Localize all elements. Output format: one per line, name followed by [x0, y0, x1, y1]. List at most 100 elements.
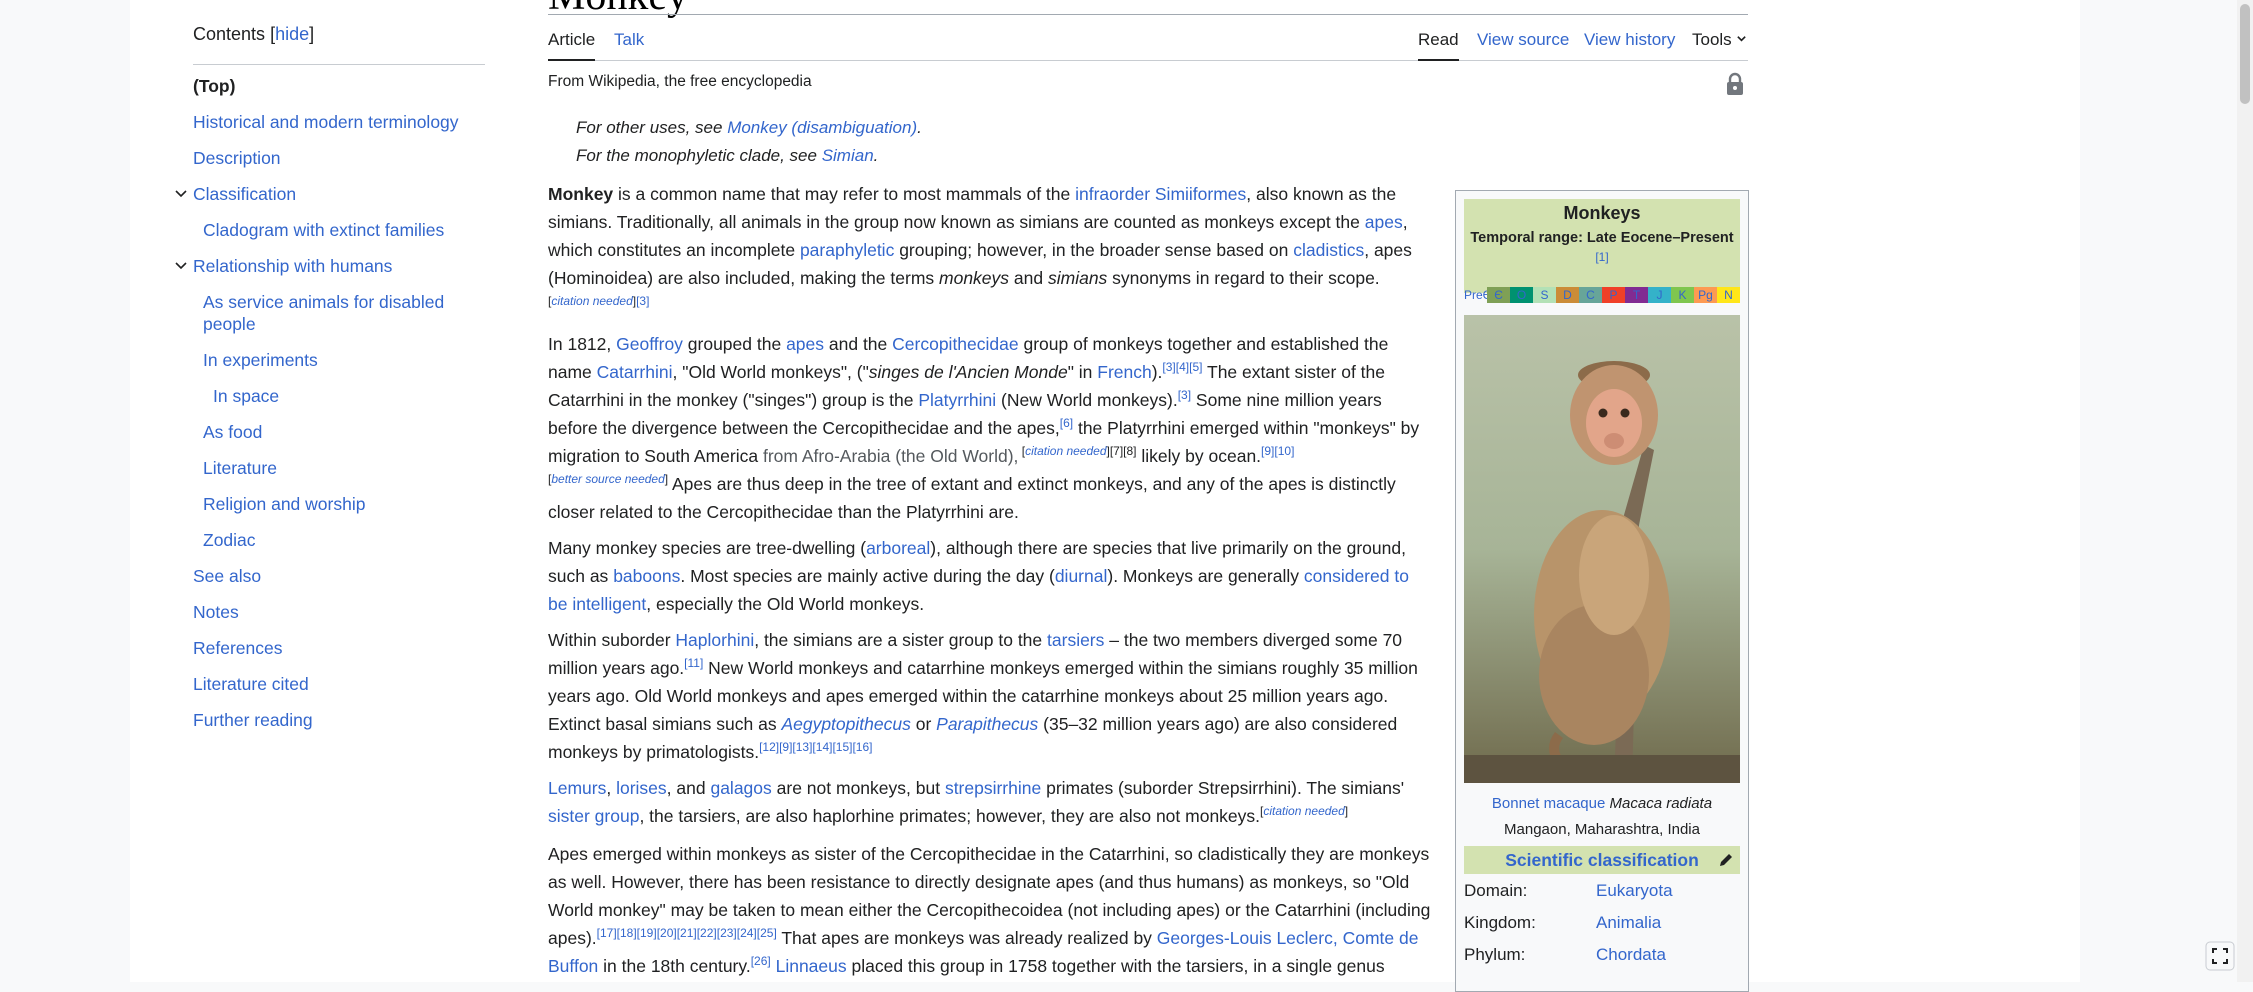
timeline-period[interactable]: C	[1579, 287, 1602, 303]
article-link[interactable]: Haplorhini	[675, 630, 754, 650]
article-link[interactable]: diurnal	[1055, 566, 1108, 586]
caption-link[interactable]: Bonnet macaque	[1492, 795, 1605, 812]
article-link[interactable]: French	[1097, 362, 1151, 382]
toc-item-label[interactable]: As food	[203, 422, 262, 442]
article-link[interactable]: arboreal	[866, 538, 930, 558]
reference-link[interactable]: [11]	[684, 656, 703, 670]
pencil-icon[interactable]	[1718, 852, 1734, 868]
reference-link[interactable]: [26]	[751, 954, 771, 968]
chevron-down-icon[interactable]	[173, 257, 189, 273]
taxon-link[interactable]: Eukaryota	[1596, 875, 1673, 907]
article-link[interactable]: apes	[1365, 212, 1403, 232]
timeline-period[interactable]: PreЄ	[1464, 287, 1487, 303]
reference-link[interactable]: [12][9][13][14][15][16]	[759, 740, 872, 754]
toc-item-in-space[interactable]: In space	[193, 385, 485, 407]
reference-link[interactable]: [3]	[636, 294, 649, 308]
tab-talk[interactable]: Talk	[614, 30, 644, 59]
toc-item-classification[interactable]: Classification	[175, 183, 485, 205]
article-link[interactable]: infraorder Simiiformes	[1075, 184, 1246, 204]
tab-view-history[interactable]: View history	[1584, 30, 1675, 59]
toc-item-terminology[interactable]: Historical and modern terminology	[193, 111, 485, 133]
scientific-classification-header[interactable]: Scientific classification	[1464, 846, 1740, 874]
scrollbar[interactable]	[2237, 0, 2253, 982]
tab-read[interactable]: Read	[1418, 30, 1459, 61]
toc-item-label[interactable]: References	[193, 638, 283, 658]
toc-item-as-food[interactable]: As food	[193, 421, 485, 443]
article-link[interactable]: lorises	[616, 778, 667, 798]
monkey-photo[interactable]	[1464, 315, 1740, 783]
timeline-period[interactable]: J	[1648, 287, 1671, 303]
toc-item-label[interactable]: Historical and modern terminology	[193, 112, 459, 132]
expand-icon[interactable]	[2205, 941, 2235, 971]
toc-item-notes[interactable]: Notes	[193, 601, 485, 623]
better-source-link[interactable]: better source needed	[551, 472, 664, 486]
article-link[interactable]: Lemurs	[548, 778, 606, 798]
toc-item-label[interactable]: Description	[193, 148, 281, 168]
toc-item-label[interactable]: Notes	[193, 602, 239, 622]
toc-item-label[interactable]: Literature	[203, 458, 277, 478]
toc-item-see-also[interactable]: See also	[193, 565, 485, 587]
timeline-period[interactable]: S	[1533, 287, 1556, 303]
reference-link[interactable]: [17][18][19][20][21][22][23][24][25]	[597, 926, 777, 940]
scrollbar-thumb[interactable]	[2240, 4, 2250, 104]
toc-item-label[interactable]: Further reading	[193, 710, 313, 730]
timeline-period[interactable]: K	[1671, 287, 1694, 303]
toc-item-top[interactable]: (Top)	[193, 75, 485, 97]
timeline-period[interactable]: O	[1510, 287, 1533, 303]
timeline-period[interactable]: T	[1625, 287, 1648, 303]
reference-link[interactable]: [1]	[1464, 250, 1740, 264]
timeline-period[interactable]: Pg	[1694, 287, 1717, 303]
article-link[interactable]: apes	[786, 334, 824, 354]
toc-item-cladogram[interactable]: Cladogram with extinct families	[193, 219, 485, 241]
timeline-period[interactable]: N	[1717, 287, 1740, 303]
reference-link[interactable]: [3]	[1178, 388, 1191, 402]
hatnote-link[interactable]: Simian	[822, 146, 874, 165]
taxon-link[interactable]: Chordata	[1596, 939, 1666, 971]
article-link[interactable]: cladistics	[1293, 240, 1364, 260]
toc-item-service-animals[interactable]: As service animals for disabled people	[193, 291, 463, 335]
toc-item-label[interactable]: See also	[193, 566, 261, 586]
toc-item-relationship[interactable]: Relationship with humans	[175, 255, 485, 277]
article-link[interactable]: paraphyletic	[800, 240, 894, 260]
article-link[interactable]: strepsirrhine	[945, 778, 1041, 798]
toc-item-literature[interactable]: Literature	[193, 457, 485, 479]
toc-item-description[interactable]: Description	[193, 147, 485, 169]
tab-article[interactable]: Article	[548, 30, 596, 61]
article-link[interactable]: baboons	[613, 566, 680, 586]
toc-item-zodiac[interactable]: Zodiac	[193, 529, 485, 551]
toc-item-label[interactable]: Literature cited	[193, 674, 309, 694]
reference-link[interactable]: [3][4][5]	[1162, 360, 1202, 374]
timeline-period[interactable]: Є	[1487, 287, 1510, 303]
article-link[interactable]: Linnaeus	[776, 956, 847, 976]
toc-item-label[interactable]: Relationship with humans	[193, 256, 392, 276]
article-link[interactable]: Cercopithecidae	[892, 334, 1018, 354]
toc-item-references[interactable]: References	[193, 637, 485, 659]
timeline-period[interactable]: D	[1556, 287, 1579, 303]
article-link[interactable]: Aegyptopithecus	[781, 714, 910, 734]
reference-link[interactable]: [9][10]	[1261, 444, 1294, 458]
toc-item-experiments[interactable]: In experiments	[193, 349, 485, 371]
toc-item-label[interactable]: Classification	[193, 184, 296, 204]
citation-needed-link[interactable]: citation needed	[551, 294, 632, 308]
toc-item-label[interactable]: Zodiac	[203, 530, 256, 550]
timeline-period[interactable]: P	[1602, 287, 1625, 303]
hatnote-link[interactable]: Monkey (disambiguation)	[727, 118, 917, 137]
toc-item-label[interactable]: Cladogram with extinct families	[203, 220, 444, 240]
toc-hide-link[interactable]: hide	[275, 24, 309, 44]
article-link[interactable]: Geoffroy	[616, 334, 683, 354]
toc-item-religion[interactable]: Religion and worship	[193, 493, 485, 515]
article-link[interactable]: Platyrrhini	[918, 390, 996, 410]
toc-item-literature-cited[interactable]: Literature cited	[193, 673, 485, 695]
citation-needed-link[interactable]: citation needed	[1025, 444, 1106, 458]
toc-item-label[interactable]: In space	[213, 386, 279, 406]
toc-item-further-reading[interactable]: Further reading	[193, 709, 485, 731]
tab-view-source[interactable]: View source	[1477, 30, 1569, 59]
tools-menu[interactable]: Tools	[1692, 30, 1747, 59]
toc-item-label[interactable]: In experiments	[203, 350, 318, 370]
article-link[interactable]: Parapithecus	[936, 714, 1038, 734]
toc-item-label[interactable]: Religion and worship	[203, 494, 365, 514]
taxon-link[interactable]: Animalia	[1596, 907, 1661, 939]
article-link[interactable]: tarsiers	[1047, 630, 1104, 650]
citation-needed-link[interactable]: citation needed	[1263, 804, 1344, 818]
article-link[interactable]: sister group	[548, 806, 639, 826]
